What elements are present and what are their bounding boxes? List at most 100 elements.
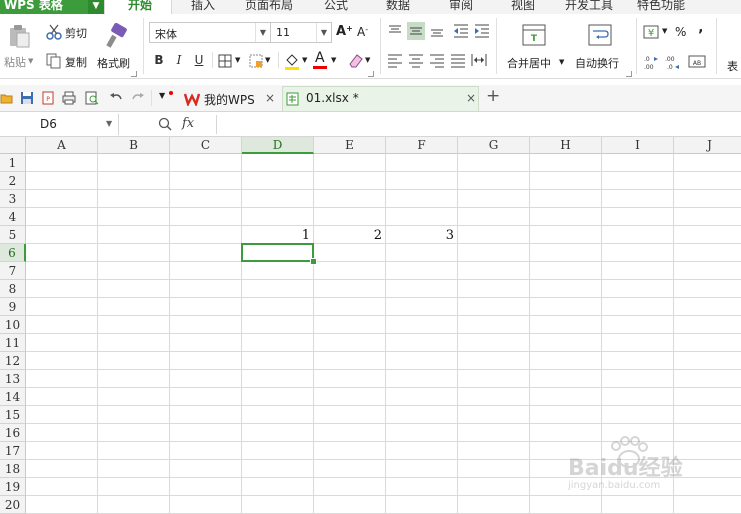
row-header-3[interactable]: 3 [0, 190, 26, 208]
column-header-b[interactable]: B [98, 137, 170, 154]
copy-button[interactable]: 复制 [44, 51, 92, 71]
font-name-select[interactable]: 宋体 ▼ [149, 22, 271, 43]
column-header-i[interactable]: I [602, 137, 674, 154]
align-top-button[interactable] [386, 22, 404, 40]
borders-button[interactable]: ▼ [217, 52, 247, 70]
name-box[interactable]: D6 ▼ [0, 114, 119, 135]
align-right-button[interactable] [428, 51, 446, 69]
decrease-indent-button[interactable] [452, 22, 470, 40]
close-icon[interactable]: × [265, 91, 275, 105]
row-header-10[interactable]: 10 [0, 316, 26, 334]
justify-button[interactable] [449, 51, 467, 69]
customize-toolbar-button[interactable]: ▼ [159, 91, 175, 105]
row-header-15[interactable]: 15 [0, 406, 26, 424]
row-header-12[interactable]: 12 [0, 352, 26, 370]
column-header-j[interactable]: J [674, 137, 741, 154]
row-header-9[interactable]: 9 [0, 298, 26, 316]
cell-f5[interactable]: 3 [386, 227, 454, 245]
zoom-search-icon[interactable] [158, 117, 172, 131]
column-header-g[interactable]: G [458, 137, 530, 154]
print-icon[interactable] [62, 91, 76, 105]
paste-button[interactable]: 粘贴 ▼ [4, 22, 34, 70]
export-pdf-icon[interactable]: P [41, 91, 55, 105]
decrease-decimal-button[interactable]: .00.0 [664, 54, 680, 71]
column-header-a[interactable]: A [26, 137, 98, 154]
cut-button[interactable]: 剪切 [44, 22, 92, 42]
menu-tab-formula[interactable]: 公式 [324, 0, 348, 13]
row-header-2[interactable]: 2 [0, 172, 26, 190]
underline-button[interactable]: U [190, 51, 208, 69]
merge-center-button[interactable]: T 合并居中 ▼ [503, 22, 565, 74]
menu-tab-developer[interactable]: 开发工具 [565, 0, 613, 13]
menu-tab-view[interactable]: 视图 [511, 0, 535, 13]
row-header-1[interactable]: 1 [0, 154, 26, 172]
wrap-text-button[interactable]: 自动换行 [572, 22, 628, 74]
number-type-button[interactable]: AB [688, 54, 706, 70]
column-header-h[interactable]: H [530, 137, 602, 154]
menu-tab-start[interactable]: 开始 [128, 0, 152, 13]
row-header-20[interactable]: 20 [0, 496, 26, 514]
increase-font-button[interactable]: A+ [336, 24, 354, 42]
cell-e5[interactable]: 2 [314, 227, 382, 245]
align-left-button[interactable] [386, 51, 404, 69]
comma-style-button[interactable]: ‚ [698, 20, 703, 36]
undo-icon[interactable] [109, 91, 123, 105]
new-tab-button[interactable]: + [486, 86, 500, 106]
row-header-17[interactable]: 17 [0, 442, 26, 460]
align-middle-button[interactable] [407, 22, 425, 40]
row-header-13[interactable]: 13 [0, 370, 26, 388]
fill-color-button[interactable]: ▼ [283, 51, 311, 71]
insert-function-button[interactable]: fx [182, 116, 194, 131]
menu-tab-insert[interactable]: 插入 [191, 0, 215, 13]
number-format-button[interactable]: ¥ ▼ [641, 22, 671, 42]
menu-tab-review[interactable]: 审阅 [449, 0, 473, 13]
menu-tab-data[interactable]: 数据 [386, 0, 410, 13]
menu-tab-page-layout[interactable]: 页面布局 [245, 0, 293, 13]
column-header-f[interactable]: F [386, 137, 458, 154]
print-preview-icon[interactable] [85, 91, 99, 105]
open-folder-icon[interactable] [0, 91, 14, 105]
clipboard-group-launcher[interactable] [131, 71, 137, 77]
clear-format-button[interactable]: ▼ [347, 51, 373, 71]
format-painter-button[interactable]: 格式刷 [96, 22, 136, 72]
increase-decimal-button[interactable]: .0.00 [643, 54, 659, 71]
close-icon[interactable]: × [466, 91, 476, 105]
increase-indent-button[interactable] [473, 22, 491, 40]
column-header-e[interactable]: E [314, 137, 386, 154]
row-header-4[interactable]: 4 [0, 208, 26, 226]
select-all-corner[interactable] [0, 137, 26, 154]
font-color-button[interactable]: A ▼ [312, 50, 340, 71]
percent-button[interactable]: % [675, 25, 686, 39]
app-menu-button[interactable]: WPS 表格 ▼ [0, 0, 104, 14]
row-header-19[interactable]: 19 [0, 478, 26, 496]
distributed-align-button[interactable] [470, 51, 488, 69]
row-header-8[interactable]: 8 [0, 280, 26, 298]
tab-file-01[interactable]: 01.xlsx * × [282, 86, 479, 111]
save-icon[interactable] [20, 91, 34, 105]
fill-handle[interactable] [310, 258, 317, 265]
table-style-label[interactable]: 表 [727, 58, 738, 74]
column-header-d[interactable]: D [242, 137, 314, 154]
row-header-16[interactable]: 16 [0, 424, 26, 442]
font-size-select[interactable]: 11 ▼ [270, 22, 332, 43]
tab-my-wps[interactable]: 我的WPS × [182, 86, 280, 111]
bold-button[interactable]: B [150, 51, 168, 69]
font-group-launcher[interactable] [368, 71, 374, 77]
selected-cell-outline[interactable] [241, 243, 314, 262]
row-header-14[interactable]: 14 [0, 388, 26, 406]
row-header-6[interactable]: 6 [0, 244, 26, 262]
align-center-button[interactable] [407, 51, 425, 69]
row-header-5[interactable]: 5 [0, 226, 26, 244]
cell-style-button[interactable]: ▼ [248, 52, 274, 70]
alignment-group-launcher[interactable] [626, 71, 632, 77]
align-bottom-button[interactable] [428, 22, 446, 40]
italic-button[interactable]: I [170, 51, 188, 69]
redo-icon[interactable] [131, 91, 145, 105]
row-header-7[interactable]: 7 [0, 262, 26, 280]
chevron-down-icon[interactable]: ▼ [88, 0, 104, 14]
row-header-11[interactable]: 11 [0, 334, 26, 352]
decrease-font-button[interactable]: A- [357, 25, 375, 43]
row-header-18[interactable]: 18 [0, 460, 26, 478]
formula-input[interactable] [216, 115, 741, 134]
column-header-c[interactable]: C [170, 137, 242, 154]
